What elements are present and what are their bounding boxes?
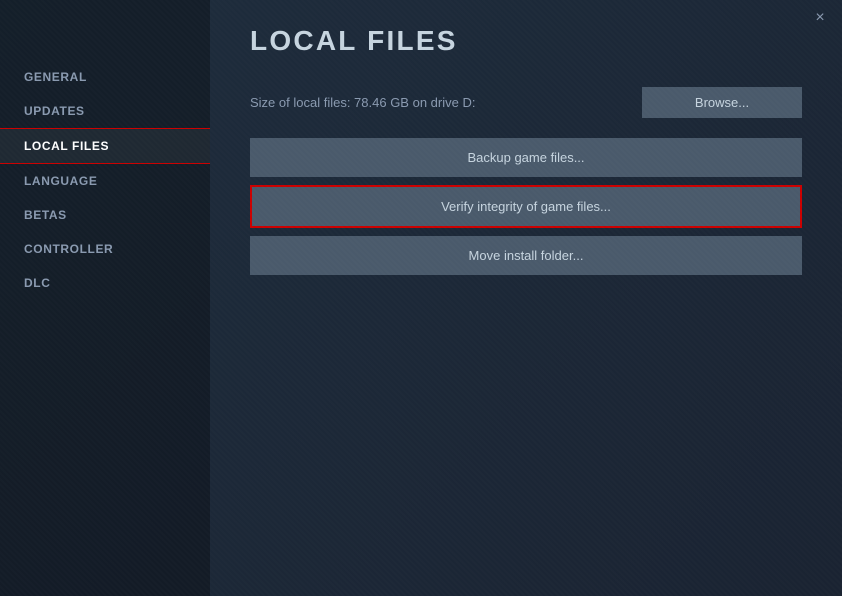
sidebar-item-dlc[interactable]: DLC xyxy=(0,266,210,300)
move-install-folder-button[interactable]: Move install folder... xyxy=(250,236,802,275)
backup-game-files-button[interactable]: Backup game files... xyxy=(250,138,802,177)
page-title: LOCAL FILES xyxy=(250,25,802,57)
action-buttons-section: Backup game files... Verify integrity of… xyxy=(250,138,802,275)
sidebar: GENERAL UPDATES LOCAL FILES LANGUAGE BET… xyxy=(0,0,210,596)
sidebar-item-local-files[interactable]: LOCAL FILES xyxy=(0,128,210,164)
sidebar-item-general[interactable]: GENERAL xyxy=(0,60,210,94)
sidebar-item-controller[interactable]: CONTROLLER xyxy=(0,232,210,266)
info-row: Size of local files: 78.46 GB on drive D… xyxy=(250,87,802,118)
sidebar-item-language[interactable]: LANGUAGE xyxy=(0,164,210,198)
verify-integrity-button[interactable]: Verify integrity of game files... xyxy=(250,185,802,228)
sidebar-item-updates[interactable]: UPDATES xyxy=(0,94,210,128)
local-files-size-text: Size of local files: 78.46 GB on drive D… xyxy=(250,95,622,110)
close-button[interactable]: × xyxy=(810,8,830,28)
sidebar-item-betas[interactable]: BETAS xyxy=(0,198,210,232)
browse-button[interactable]: Browse... xyxy=(642,87,802,118)
steam-properties-window: × GENERAL UPDATES LOCAL FILES LANGUAGE B… xyxy=(0,0,842,596)
main-content: LOCAL FILES Size of local files: 78.46 G… xyxy=(210,0,842,596)
